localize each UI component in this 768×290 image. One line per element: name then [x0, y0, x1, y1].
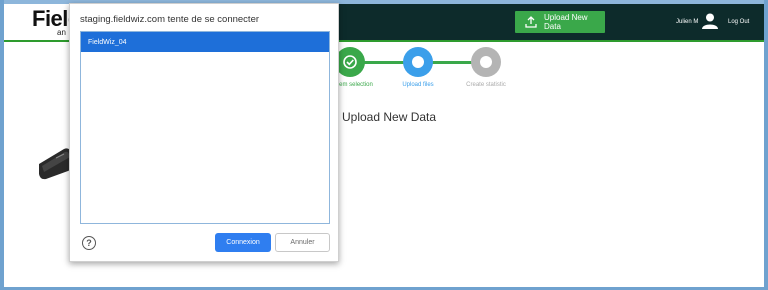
check-icon [343, 55, 357, 69]
step-3-pending-circle [471, 47, 501, 77]
help-icon[interactable]: ? [82, 236, 96, 250]
user-avatar-icon[interactable] [701, 12, 719, 30]
step-3-label: Create statistic [466, 82, 506, 88]
step-1-label: em selection [339, 82, 373, 88]
connect-button[interactable]: Connexion [215, 233, 271, 252]
device-list-item[interactable]: FieldWiz_04 [81, 32, 329, 52]
logout-link[interactable]: Log Out [728, 19, 749, 25]
current-step-icon [412, 56, 424, 68]
step-2-current-circle [403, 47, 433, 77]
upload-icon [525, 16, 537, 28]
page-title: Upload New Data [342, 110, 437, 124]
upload-new-data-button[interactable]: Upload New Data [515, 11, 605, 33]
pending-step-icon [480, 56, 492, 68]
device-connect-dialog: staging.fieldwiz.com tente de se connect… [69, 3, 339, 262]
app-logo-subtext: an [57, 28, 66, 37]
dialog-title: staging.fieldwiz.com tente de se connect… [80, 14, 260, 25]
step-2-label: Upload files [402, 82, 434, 88]
upload-new-data-label: Upload New Data [544, 13, 588, 31]
user-name: Julien M [676, 19, 699, 25]
cancel-button[interactable]: Annuler [275, 233, 330, 252]
device-list[interactable]: FieldWiz_04 [80, 31, 330, 224]
step-1-done-circle [335, 47, 365, 77]
